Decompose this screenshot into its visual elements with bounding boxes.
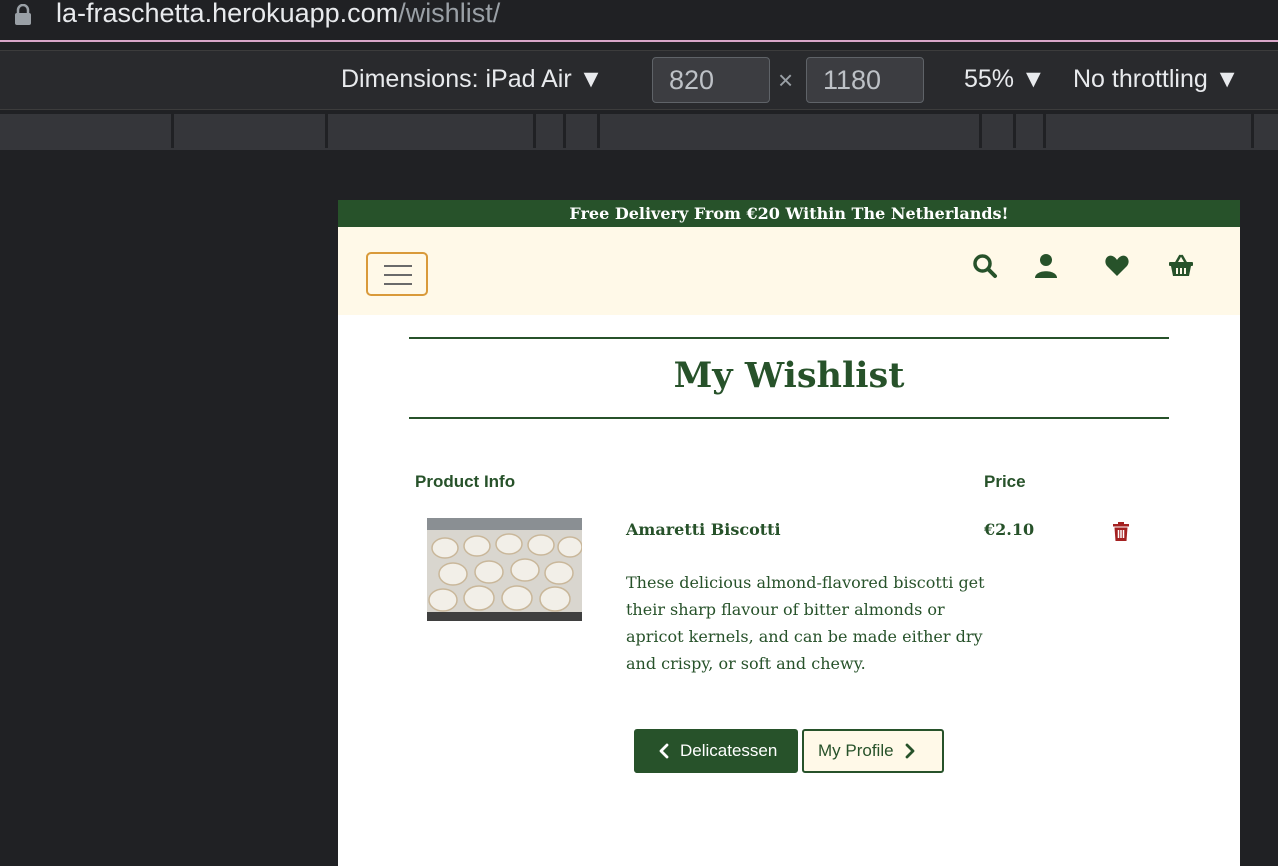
- product-image[interactable]: [427, 518, 582, 621]
- url-path: /wishlist/: [398, 0, 501, 28]
- ruler-segment[interactable]: [1016, 114, 1046, 148]
- throttling-dropdown[interactable]: No throttling ▼: [1073, 65, 1239, 94]
- page-title-section: My Wishlist: [409, 337, 1169, 419]
- heart-icon[interactable]: [1104, 253, 1130, 279]
- product-name[interactable]: Amaretti Biscotti: [626, 520, 781, 539]
- product-description: These delicious almond-flavored biscotti…: [626, 573, 985, 673]
- height-input[interactable]: 1180: [806, 57, 924, 103]
- ruler-segment[interactable]: [174, 114, 328, 148]
- width-input[interactable]: 820: [652, 57, 770, 103]
- url-text[interactable]: la-fraschetta.herokuapp.com/wishlist/: [56, 0, 500, 29]
- user-icon[interactable]: [1033, 253, 1059, 279]
- basket-icon[interactable]: [1168, 253, 1194, 279]
- back-button-label: Delicatessen: [680, 741, 778, 760]
- site-navbar: [338, 227, 1240, 315]
- url-domain: la-fraschetta.herokuapp.com: [56, 0, 399, 28]
- ruler-segment[interactable]: [1046, 114, 1254, 148]
- chevron-left-icon: [659, 743, 669, 759]
- lock-icon: [15, 4, 31, 25]
- trash-icon[interactable]: [1113, 522, 1129, 541]
- back-to-delicatessen-button[interactable]: Delicatessen: [634, 729, 798, 773]
- menu-toggle-button[interactable]: [366, 252, 428, 296]
- page-title: My Wishlist: [673, 355, 905, 396]
- times-symbol: ×: [778, 65, 794, 95]
- dimensions-dropdown[interactable]: Dimensions: iPad Air ▼: [341, 65, 603, 94]
- device-toolbar: Dimensions: iPad Air ▼ 820 × 1180 55% ▼ …: [0, 50, 1278, 110]
- column-header-price: Price: [984, 472, 1026, 491]
- ruler-segment[interactable]: [600, 114, 982, 148]
- ruler-segment[interactable]: [982, 114, 1016, 148]
- hamburger-line: [384, 265, 412, 267]
- profile-button-label: My Profile: [818, 741, 894, 760]
- ruler-segment[interactable]: [536, 114, 566, 148]
- column-header-product-info: Product Info: [415, 472, 516, 491]
- media-query-ruler: [0, 114, 1278, 150]
- zoom-dropdown[interactable]: 55% ▼: [964, 65, 1046, 94]
- product-price: €2.10: [984, 520, 1035, 539]
- my-profile-button[interactable]: My Profile: [802, 729, 944, 773]
- delivery-banner: Free Delivery From €20 Within The Nether…: [338, 200, 1240, 227]
- hamburger-line: [384, 274, 412, 276]
- hamburger-line: [384, 283, 412, 285]
- ruler-segment[interactable]: [0, 114, 174, 148]
- ruler-segment[interactable]: [328, 114, 536, 148]
- emulated-page: Free Delivery From €20 Within The Nether…: [338, 200, 1240, 866]
- browser-url-bar: la-fraschetta.herokuapp.com/wishlist/: [0, 0, 1278, 50]
- chevron-right-icon: [905, 743, 914, 759]
- search-icon[interactable]: [972, 253, 998, 279]
- ruler-segment[interactable]: [566, 114, 600, 148]
